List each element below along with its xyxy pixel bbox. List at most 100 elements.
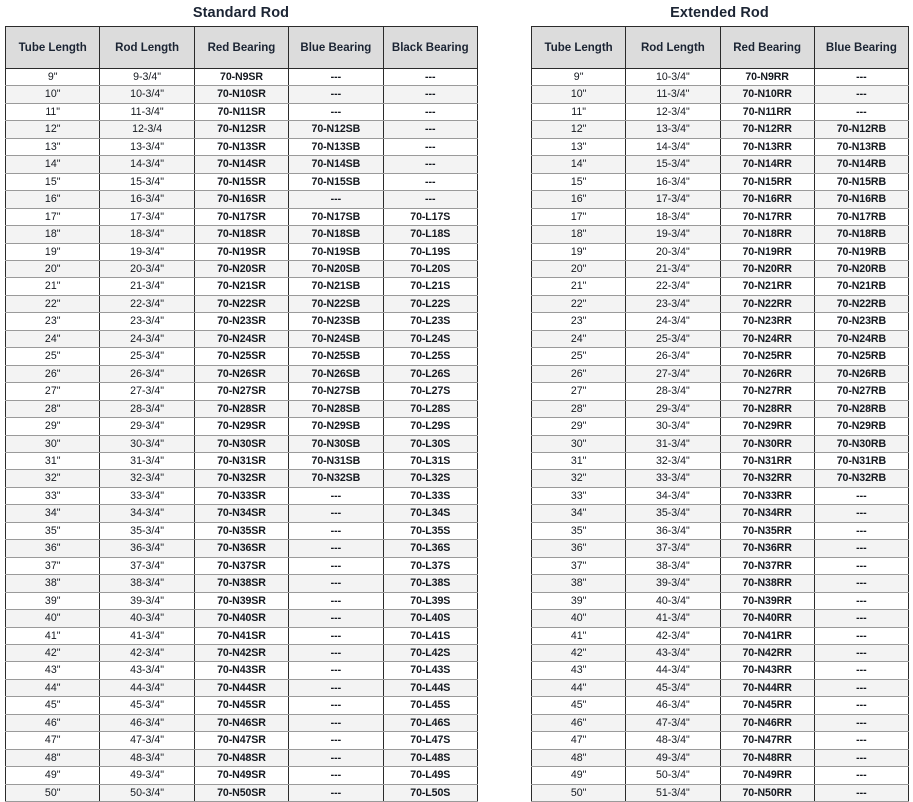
cell-part-number: 70-L26S: [382, 364, 478, 384]
table-row: 43" 44-3/4" 70-N43RR ---: [530, 661, 910, 680]
cell-length: 32": [530, 469, 627, 488]
cell-unavailable: ---: [813, 539, 910, 558]
table-row: 40" 41-3/4" 70-N40RR ---: [530, 609, 910, 628]
cell-part-number: 70-N15SR: [193, 172, 290, 192]
extended-rod-col-header: Blue Bearing: [813, 26, 910, 69]
cell-part-number: 70-N25SB: [288, 347, 384, 366]
cell-unavailable: ---: [288, 504, 384, 523]
cell-part-number: 70-N31RR: [719, 451, 815, 471]
standard-rod-thead: Tube Length Rod Length Red Bearing Blue Bea…: [4, 26, 478, 69]
cell-length: 34-3/4": [625, 486, 721, 506]
cell-part-number: 70-N36RR: [719, 539, 815, 558]
cell-part-number: 70-N30RR: [719, 434, 815, 453]
cell-part-number: 70-N41RR: [719, 626, 815, 645]
cell-length: 27-3/4": [625, 364, 721, 384]
cell-length: 26-3/4": [625, 347, 721, 366]
table-row: 47" 47-3/4" 70-N47SR --- 70-L47S: [4, 731, 478, 750]
cell-length: 44-3/4": [625, 661, 721, 680]
cell-part-number: 70-N27SR: [193, 382, 290, 401]
cell-unavailable: ---: [288, 539, 384, 558]
table-row: 48" 48-3/4" 70-N48SR --- 70-L48S: [4, 748, 478, 768]
cell-length: 27-3/4": [99, 382, 195, 401]
table-row: 49" 50-3/4" 70-N49RR ---: [530, 766, 910, 785]
cell-part-number: 70-N35SR: [193, 521, 290, 541]
cell-length: 48": [4, 748, 101, 768]
cell-length: 24": [530, 329, 627, 349]
cell-length: 40-3/4": [625, 591, 721, 611]
cell-part-number: 70-L17S: [382, 207, 478, 227]
cell-length: 14-3/4": [99, 155, 195, 174]
cell-part-number: 70-N42RR: [719, 643, 815, 663]
cell-length: 19-3/4": [625, 225, 721, 244]
cell-part-number: 70-N23SR: [193, 312, 290, 331]
cell-length: 49": [530, 766, 627, 785]
cell-part-number: 70-N16RB: [813, 190, 910, 209]
cell-length: 20-3/4": [99, 259, 195, 279]
cell-part-number: 70-N15SB: [288, 172, 384, 192]
cell-part-number: 70-N34RR: [719, 504, 815, 523]
cell-part-number: 70-L23S: [382, 312, 478, 331]
cell-length: 50": [4, 783, 101, 802]
cell-part-number: 70-N16SR: [193, 190, 290, 209]
table-row: 21" 22-3/4" 70-N21RR 70-N21RB: [530, 277, 910, 296]
table-row: 44" 44-3/4" 70-N44SR --- 70-L44S: [4, 678, 478, 698]
cell-length: 48-3/4": [99, 748, 195, 768]
table-row: 39" 39-3/4" 70-N39SR --- 70-L39S: [4, 591, 478, 611]
cell-part-number: 70-N21SB: [288, 277, 384, 296]
cell-unavailable: ---: [288, 574, 384, 593]
cell-part-number: 70-N30RB: [813, 434, 910, 453]
cell-length: 19": [4, 242, 101, 261]
cell-length: 37-3/4": [99, 556, 195, 576]
cell-length: 48": [530, 748, 627, 768]
cell-part-number: 70-L43S: [382, 661, 478, 680]
cell-part-number: 70-N11RR: [719, 102, 815, 122]
cell-unavailable: ---: [813, 731, 910, 750]
table-row: 37" 37-3/4" 70-N37SR --- 70-L37S: [4, 556, 478, 576]
cell-length: 38-3/4": [625, 556, 721, 576]
cell-unavailable: ---: [813, 85, 910, 104]
table-row: 9" 10-3/4" 70-N9RR ---: [530, 67, 910, 87]
cell-length: 17": [4, 207, 101, 227]
cell-length: 13-3/4": [99, 137, 195, 157]
table-row: 31" 31-3/4" 70-N31SR 70-N31SB 70-L31S: [4, 451, 478, 471]
table-row: 14" 14-3/4" 70-N14SR 70-N14SB ---: [4, 155, 478, 174]
cell-unavailable: ---: [813, 102, 910, 122]
cell-length: 26-3/4": [99, 364, 195, 384]
cell-unavailable: ---: [288, 67, 384, 87]
table-row: 37" 38-3/4" 70-N37RR ---: [530, 556, 910, 576]
standard-rod-col-header: Blue Bearing: [288, 26, 384, 69]
cell-length: 39-3/4": [99, 591, 195, 611]
cell-length: 16-3/4": [625, 172, 721, 192]
cell-length: 24-3/4": [99, 329, 195, 349]
cell-part-number: 70-L37S: [382, 556, 478, 576]
cell-length: 12": [530, 120, 627, 139]
cell-part-number: 70-N27RB: [813, 382, 910, 401]
table-row: 50" 50-3/4" 70-N50SR --- 70-L50S: [4, 783, 478, 802]
cell-unavailable: ---: [813, 783, 910, 802]
cell-part-number: 70-N28RR: [719, 399, 815, 419]
cell-part-number: 70-N28SR: [193, 399, 290, 419]
cell-length: 24-3/4": [625, 312, 721, 331]
cell-part-number: 70-N18SB: [288, 225, 384, 244]
cell-unavailable: ---: [382, 172, 478, 192]
cell-length: 30": [4, 434, 101, 453]
table-row: 34" 34-3/4" 70-N34SR --- 70-L34S: [4, 504, 478, 523]
cell-length: 32": [4, 469, 101, 488]
cell-length: 39": [530, 591, 627, 611]
cell-length: 25": [530, 347, 627, 366]
table-row: 18" 19-3/4" 70-N18RR 70-N18RB: [530, 225, 910, 244]
cell-length: 18": [530, 225, 627, 244]
cell-unavailable: ---: [288, 678, 384, 698]
cell-length: 46": [530, 713, 627, 733]
cell-part-number: 70-N17SR: [193, 207, 290, 227]
cell-length: 37-3/4": [625, 539, 721, 558]
cell-unavailable: ---: [813, 696, 910, 715]
table-row: 13" 14-3/4" 70-N13RR 70-N13RB: [530, 137, 910, 157]
cell-length: 26": [4, 364, 101, 384]
cell-length: 51-3/4": [625, 783, 721, 802]
cell-length: 12-3/4: [99, 120, 195, 139]
cell-part-number: 70-N19RB: [813, 242, 910, 261]
cell-length: 35": [530, 521, 627, 541]
cell-length: 48-3/4": [625, 731, 721, 750]
cell-unavailable: ---: [382, 85, 478, 104]
